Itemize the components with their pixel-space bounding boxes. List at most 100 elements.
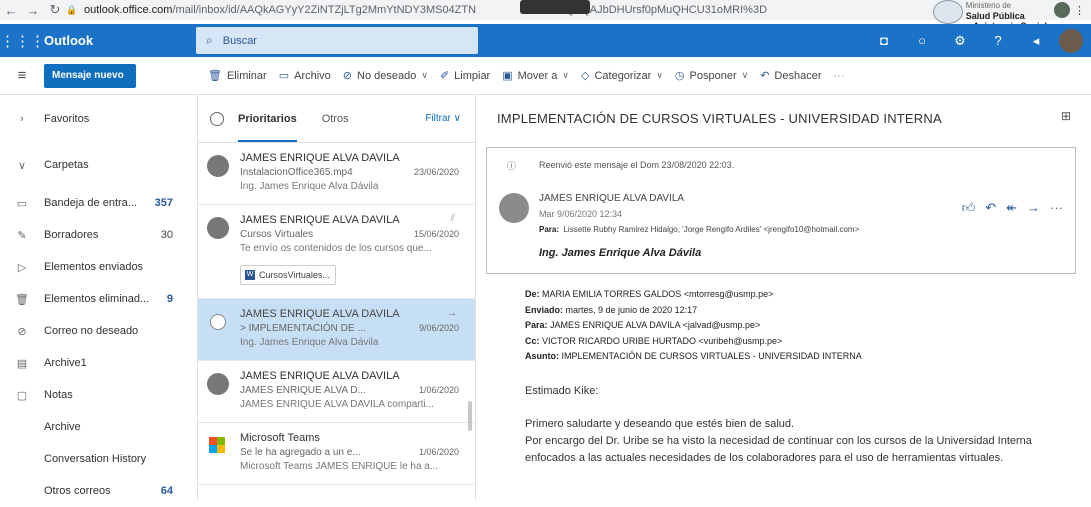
attachment-chip[interactable]: W CursosVirtuales...: [240, 265, 336, 285]
reply-icon[interactable]: ↶: [985, 200, 996, 216]
sidebar-item-junk[interactable]: ⊘ Correo no deseado: [0, 315, 197, 347]
trash-icon: 🗑: [15, 293, 29, 306]
sidebar-item-notes[interactable]: ▢ Notas: [0, 379, 197, 411]
sidebar-item-sent[interactable]: ▷ Elementos enviados: [0, 251, 197, 283]
app-launcher-icon[interactable]: ⋮⋮⋮: [0, 32, 45, 50]
select-all-checkbox[interactable]: [210, 111, 224, 126]
sent-date: Mar 9/06/2020 12:34: [539, 209, 623, 219]
snooze-button[interactable]: ◷ Posponer ∨: [675, 69, 749, 83]
avatar: [207, 217, 229, 239]
note-icon: ▢: [16, 389, 28, 402]
message-date: 15/06/2020: [413, 229, 459, 239]
favorites-group[interactable]: › Favoritos: [0, 95, 197, 143]
reply-all-icon[interactable]: ↞: [1006, 200, 1017, 216]
filter-label: Filtrar: [425, 113, 451, 124]
like-icon[interactable]: 👍︎: [962, 200, 976, 216]
address-bar[interactable]: outlook.office.com/mail/inbox/id/AAQkAGY…: [84, 4, 874, 16]
forward-note: ⓘ Reenvió este mensaje el Dom 23/08/2020 …: [507, 160, 734, 171]
undo-icon: ↶: [760, 70, 770, 82]
message-subject: InstalacionOffice365.mp4: [240, 167, 353, 178]
hamburger-icon[interactable]: ≡: [0, 67, 44, 84]
sidebar-item-archive[interactable]: Archive: [0, 411, 197, 443]
more-icon[interactable]: ···: [1050, 200, 1063, 216]
sidebar-item-label: Archive: [44, 421, 81, 433]
bell-icon[interactable]: ○: [903, 33, 941, 48]
more-commands-icon[interactable]: ···: [834, 70, 845, 82]
folders-group[interactable]: ∨ Carpetas: [0, 143, 197, 187]
sidebar-item-drafts[interactable]: ✎ Borradores 30: [0, 219, 197, 251]
list-item[interactable]: JAMES ENRIQUE ALVA DAVILA JAMES ENRIQUE …: [198, 361, 475, 423]
chevron-down-icon: ∨: [453, 113, 461, 124]
scrollbar[interactable]: [468, 401, 472, 431]
message-sender: JAMES ENRIQUE ALVA DAVILA: [240, 370, 400, 382]
expand-icon[interactable]: ⊞: [1061, 109, 1071, 123]
sweep-label: Limpiar: [454, 69, 491, 82]
sidebar-item-label: Borradores: [44, 229, 99, 241]
list-item[interactable]: Microsoft Teams Se le ha agregado a un e…: [198, 423, 475, 485]
move-icon: ▣: [502, 70, 513, 82]
tab-other[interactable]: Otros: [322, 113, 349, 125]
chevron-down-icon: ∨: [741, 70, 749, 80]
undo-button[interactable]: ↶ Deshacer: [760, 69, 821, 83]
profile-icon[interactable]: [1054, 2, 1070, 18]
more-icon[interactable]: ⋮: [1074, 4, 1085, 17]
delete-button[interactable]: 🗑 Eliminar: [208, 69, 267, 83]
app-brand[interactable]: Outlook: [44, 33, 194, 48]
signature: Ing. James Enrique Alva Dávila: [539, 247, 702, 259]
word-doc-icon: W: [245, 270, 255, 280]
command-bar: ≡ Mensaje nuevo 🗑 Eliminar ▭ Archivo ⊘ No d…: [0, 57, 1091, 95]
block-icon: ⊘: [17, 325, 27, 338]
page-title: IMPLEMENTACIÓN DE CURSOS VIRTUALES - UNI…: [497, 111, 942, 126]
to-value: JAMES ENRIQUE ALVA DAVILA <jalvad@usmp.p…: [550, 320, 761, 330]
avatar[interactable]: [1059, 28, 1083, 53]
forward-icon[interactable]: →: [22, 3, 44, 18]
message-subject: Se le ha agregado a un e...: [240, 447, 361, 458]
sweep-icon: ✐: [439, 70, 450, 82]
message-body: Estimado Kike: Primero saludarte y desea…: [525, 383, 1081, 467]
new-message-button[interactable]: Mensaje nuevo: [44, 63, 136, 88]
back-icon[interactable]: ←: [0, 3, 22, 18]
move-button[interactable]: ▣ Mover a ∨: [502, 69, 569, 83]
sweep-button[interactable]: ✐ Limpiar: [439, 69, 491, 83]
paperclip-icon: ⫽: [450, 213, 455, 224]
archive-button[interactable]: ▭ Archivo: [279, 69, 331, 83]
url-path: /mail/inbox/id/AAQkAGYyY2ZiNTZjLTg2MmYtN…: [172, 4, 477, 16]
message-card: ⓘ Reenvió este mensaje el Dom 23/08/2020 …: [486, 147, 1076, 274]
archive-label: Archivo: [294, 69, 331, 82]
sender-name[interactable]: JAMES ENRIQUE ALVA DAVILA: [539, 193, 684, 204]
sent-label: Enviado:: [525, 304, 564, 315]
sidebar-item-archive1[interactable]: ▤ Archive1: [0, 347, 197, 379]
sidebar-item-deleted[interactable]: 🗑 Elementos eliminad... 9: [0, 283, 197, 315]
message-list: Prioritarios Otros Filtrar ∨ JAMES ENRIQ…: [198, 95, 476, 500]
search-icon: ⌕: [206, 33, 213, 47]
message-date: 1/06/2020: [418, 385, 459, 395]
subject-label: Asunto:: [525, 351, 559, 361]
chevron-down-icon: ∨: [421, 70, 428, 80]
junk-button[interactable]: ⊘ No deseado ∨: [343, 69, 428, 83]
list-item[interactable]: JAMES ENRIQUE ALVA DAVILA InstalacionOff…: [198, 143, 475, 205]
filter-button[interactable]: Filtrar ∨: [425, 113, 461, 124]
sidebar-item-inbox[interactable]: ▭ Bandeja de entra... 357: [0, 187, 197, 219]
message-sender: JAMES ENRIQUE ALVA DAVILA: [240, 152, 400, 164]
skype-icon[interactable]: ◘: [865, 33, 903, 48]
categorize-button[interactable]: ◇ Categorizar ∨: [581, 69, 663, 83]
list-item[interactable]: JAMES ENRIQUE ALVA DAVILA ⫽ Cursos Virtu…: [198, 205, 475, 299]
megaphone-icon[interactable]: ◂: [1017, 33, 1055, 49]
help-icon[interactable]: ?: [979, 33, 1017, 48]
sidebar-item-conversation-history[interactable]: Conversation History: [0, 443, 197, 475]
forward-icon[interactable]: →: [1027, 200, 1040, 216]
chevron-down-icon: ∨: [656, 70, 663, 80]
favorites-label: Favoritos: [44, 113, 90, 125]
reload-icon[interactable]: ↻: [44, 2, 66, 18]
lock-icon[interactable]: 🔒: [66, 5, 78, 16]
sidebar-item-other-mail[interactable]: Otros correos 64: [0, 475, 197, 507]
search-input[interactable]: ⌕ Buscar: [196, 27, 478, 54]
inbox-tabs: Prioritarios Otros Filtrar ∨: [198, 95, 475, 143]
archive-icon: ▤: [16, 357, 28, 370]
select-checkbox[interactable]: [210, 314, 226, 330]
message-preview: JAMES ENRIQUE ALVA DAVILA comparti...: [240, 399, 434, 410]
gear-icon[interactable]: ⚙: [941, 33, 979, 49]
cc-label: Cc:: [525, 335, 540, 346]
tab-focused[interactable]: Prioritarios: [238, 113, 297, 142]
list-item[interactable]: JAMES ENRIQUE ALVA DAVILA → > IMPLEMENTA…: [198, 299, 475, 361]
